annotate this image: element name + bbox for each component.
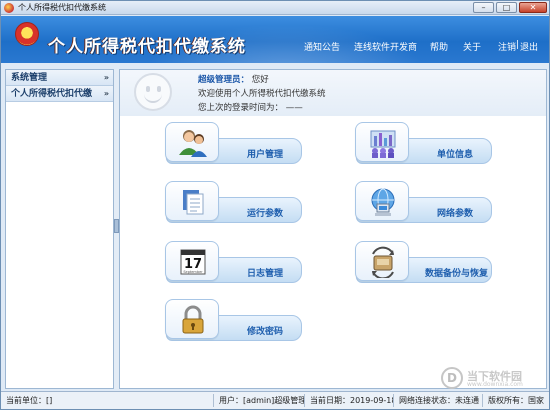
- lock-icon: [165, 299, 219, 339]
- user-role: 超级管理员：: [198, 75, 250, 85]
- status-user: 用户：[admin]超级管理员: [219, 394, 305, 407]
- tile-label: 数据备份与恢复: [425, 269, 489, 279]
- nav-notice[interactable]: 通知公告: [304, 40, 340, 53]
- minimize-button[interactable]: –: [473, 2, 494, 13]
- tile-label: 用户管理: [247, 150, 284, 160]
- calendar-month: September: [183, 270, 203, 274]
- maximize-button[interactable]: □: [496, 2, 517, 13]
- nav-about[interactable]: 关于: [463, 40, 481, 53]
- watermark-logo: D: [441, 367, 463, 389]
- users-icon: [165, 122, 219, 162]
- watermark-url: www.downxia.com: [467, 381, 523, 388]
- app-window: 个人所得税代扣代缴系统 – □ ✕ 个人所得税代扣代缴系统 通知公告 连线软件开…: [0, 0, 550, 410]
- organization-icon: [355, 122, 409, 162]
- sidebar: 系统管理 » 个人所得税代扣代缴 »: [5, 69, 114, 389]
- chevron-down-icon: »: [103, 89, 109, 98]
- welcome-panel: 超级管理员： 您好 欢迎使用个人所得税代扣代缴系统 您上次的登录时间为： ——: [120, 70, 546, 116]
- nav-separator: |: [516, 40, 520, 50]
- calendar-icon: 17 September: [165, 241, 219, 281]
- nav-contact-developer[interactable]: 连线软件开发商: [354, 40, 417, 53]
- sidebar-item-label: 系统管理: [11, 73, 48, 83]
- tile-label: 运行参数: [247, 209, 284, 219]
- status-bar: 当前单位：[] 用户：[admin]超级管理员 当前日期：2019-09-18 …: [1, 391, 549, 409]
- emblem-icon: [15, 22, 39, 46]
- sidebar-item-system-management[interactable]: 系统管理 »: [6, 70, 113, 86]
- chevron-down-icon: »: [103, 73, 109, 82]
- tile-label: 日志管理: [247, 269, 284, 279]
- status-date: 当前日期：2019-09-18: [310, 394, 394, 407]
- tile-label: 修改密码: [247, 327, 284, 337]
- close-button[interactable]: ✕: [519, 2, 547, 13]
- app-title: 个人所得税代扣代缴系统: [48, 37, 246, 57]
- nav-logout[interactable]: 注销: [498, 40, 516, 53]
- welcome-line-2: 欢迎使用个人所得税代扣代缴系统: [198, 89, 326, 99]
- tile-label: 单位信息: [437, 150, 474, 160]
- window-title: 个人所得税代扣代缴系统: [18, 3, 106, 12]
- welcome-line-1: 超级管理员： 您好: [198, 73, 269, 85]
- nav-help[interactable]: 帮助: [430, 40, 448, 53]
- status-current-unit: 当前单位：[]: [4, 394, 214, 407]
- greeting: 您好: [251, 75, 269, 85]
- network-icon: [355, 181, 409, 221]
- watermark: D 当下软件园 www.downxia.com: [441, 367, 549, 389]
- sidebar-item-label: 个人所得税代扣代缴: [11, 89, 93, 99]
- sidebar-item-tax-withholding[interactable]: 个人所得税代扣代缴 »: [6, 86, 113, 102]
- title-bar: 个人所得税代扣代缴系统 – □ ✕: [1, 1, 549, 15]
- app-header: 个人所得税代扣代缴系统 通知公告 连线软件开发商 帮助 关于 注销 | 退出: [1, 16, 549, 63]
- status-copyright: 版权所有：国家: [488, 396, 544, 405]
- nav-exit[interactable]: 退出: [520, 40, 538, 53]
- documents-icon: [165, 181, 219, 221]
- main-panel: 超级管理员： 您好 欢迎使用个人所得税代扣代缴系统 您上次的登录时间为： —— …: [119, 69, 547, 389]
- backup-icon: [355, 241, 409, 281]
- app-icon: [4, 3, 14, 13]
- avatar: [134, 73, 172, 111]
- tile-label: 网络参数: [437, 209, 474, 219]
- last-login-time: 您上次的登录时间为： ——: [198, 103, 303, 113]
- status-network: 网络连接状态：未连通: [397, 394, 483, 407]
